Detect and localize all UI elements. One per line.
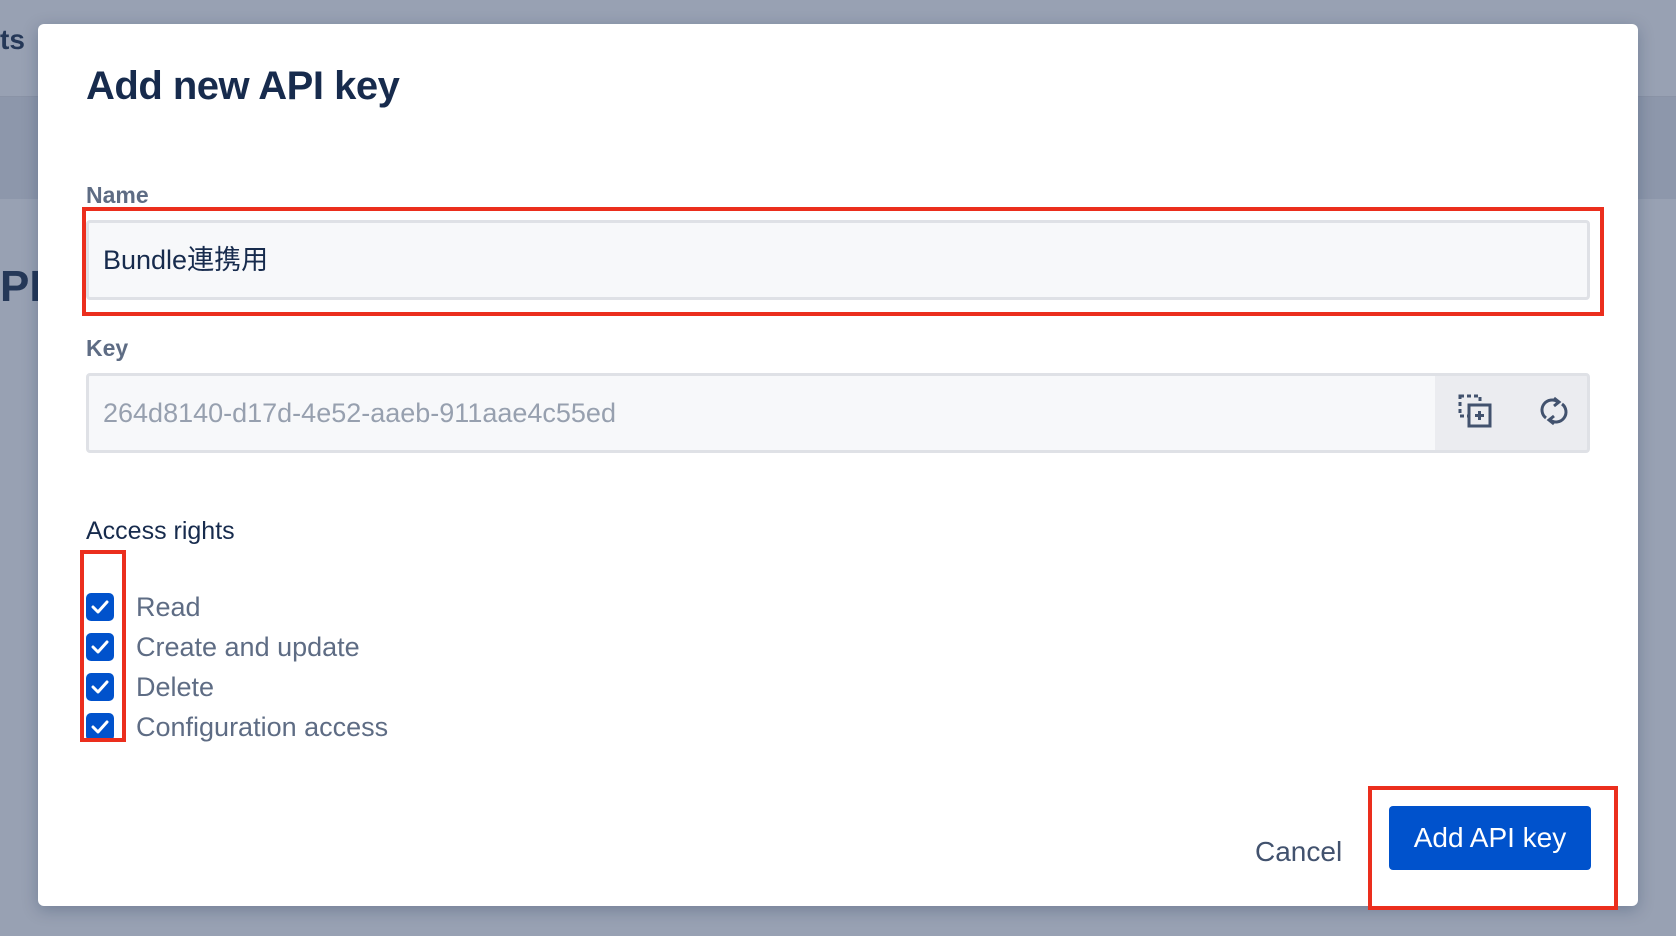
create-update-label: Create and update bbox=[136, 631, 360, 662]
key-label: Key bbox=[86, 335, 129, 361]
copy-key-button[interactable] bbox=[1435, 376, 1514, 450]
regenerate-key-button[interactable] bbox=[1514, 376, 1587, 450]
cancel-button[interactable]: Cancel bbox=[1243, 822, 1354, 882]
key-field-group: 264d8140-d17d-4e52-aaeb-911aae4c55ed bbox=[86, 373, 1590, 453]
name-label: Name bbox=[86, 182, 149, 208]
access-option-create-update[interactable]: Create and update bbox=[86, 632, 360, 662]
copy-icon bbox=[1458, 394, 1492, 433]
read-label: Read bbox=[136, 591, 201, 622]
add-api-key-dialog: Add new API key Name Bundle連携用 Key 264d8… bbox=[38, 24, 1638, 906]
highlight-checkboxes bbox=[80, 550, 126, 742]
highlight-name-field bbox=[82, 207, 1604, 316]
background-partial-heading: PI bbox=[0, 262, 42, 311]
configuration-label: Configuration access bbox=[136, 711, 389, 742]
background-partial-text: ts bbox=[0, 24, 25, 55]
key-input[interactable]: 264d8140-d17d-4e52-aaeb-911aae4c55ed bbox=[89, 376, 1435, 450]
access-option-configuration[interactable]: Configuration access bbox=[86, 712, 388, 742]
access-rights-label: Access rights bbox=[86, 517, 235, 545]
highlight-add-button bbox=[1368, 786, 1618, 910]
delete-label: Delete bbox=[136, 671, 215, 702]
refresh-icon bbox=[1537, 394, 1571, 433]
dialog-title: Add new API key bbox=[86, 64, 400, 108]
